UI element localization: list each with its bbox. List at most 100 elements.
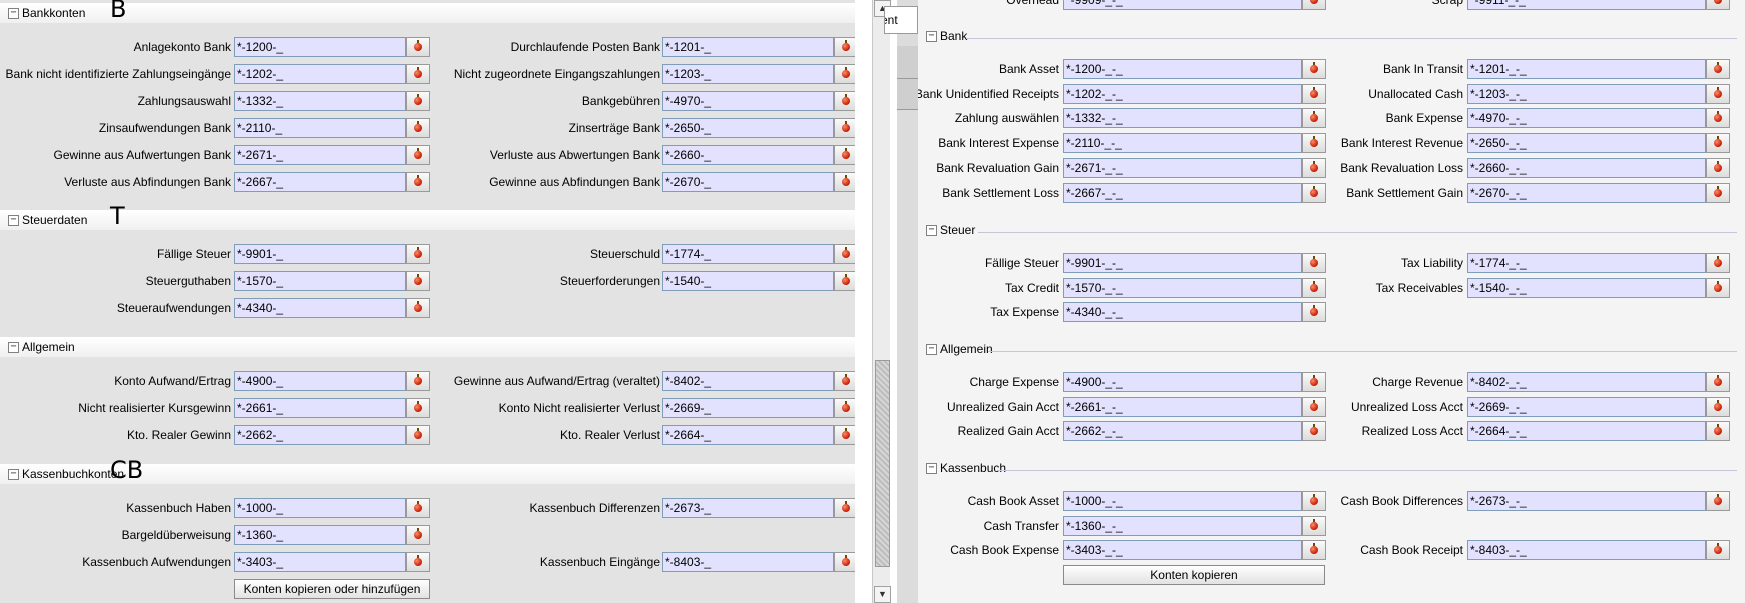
collapse-minus-icon[interactable]: − (926, 463, 937, 474)
field-label-steueraufwendungen: Steueraufwendungen (116, 301, 231, 315)
account-field-tax-receivables[interactable]: *-1540-_-_ (1467, 277, 1706, 298)
account-field-realized-loss-acct[interactable]: *-2664-_-_ (1467, 421, 1706, 442)
section-divider-line (978, 232, 1737, 233)
collapse-minus-icon[interactable]: − (926, 31, 937, 42)
account-lookup-icon[interactable] (1706, 277, 1730, 298)
account-lookup-icon-glyph (1714, 494, 1722, 505)
account-lookup-icon[interactable] (834, 145, 855, 165)
account-field-cash-book-differences[interactable]: *-2673-_-_ (1467, 491, 1706, 511)
account-lookup-icon-glyph (1714, 0, 1722, 4)
account-lookup-icon[interactable] (834, 91, 855, 111)
account-field-gewinne-aus-abfindungen-bank[interactable]: *-2670-_ (662, 172, 834, 192)
account-field-verluste-aus-abwertungen-bank[interactable]: *-2660-_ (662, 145, 834, 165)
account-field-bankgebuhren[interactable]: *-4970-_ (662, 91, 834, 111)
account-lookup-icon-glyph (1714, 160, 1722, 172)
account-field-bank-in-transit[interactable]: *-1201-_-_ (1467, 59, 1706, 79)
account-field-zinsertrage-bank[interactable]: *-2650-_ (662, 118, 834, 138)
account-field-kto-realer-verlust[interactable]: *-2664-_ (662, 425, 834, 445)
account-lookup-icon[interactable] (834, 64, 855, 84)
account-lookup-icon-glyph (1310, 518, 1318, 530)
scroll-down-arrow-icon[interactable]: ▼ (874, 586, 891, 603)
account-lookup-icon[interactable] (1706, 421, 1730, 442)
account-lookup-icon[interactable] (834, 244, 855, 264)
section-title: Allgemein (22, 340, 75, 354)
account-lookup-icon[interactable] (834, 398, 855, 418)
account-lookup-icon[interactable] (1706, 59, 1730, 79)
account-field-gewinne-aus-aufwand-ertrag-veraltet[interactable]: *-8402-_ (662, 371, 834, 391)
account-lookup-icon[interactable] (834, 118, 855, 138)
account-lookup-icon[interactable] (1706, 396, 1730, 417)
account-field-bank-expense[interactable]: *-4970-_-_ (1467, 108, 1706, 129)
collapse-minus-icon[interactable]: − (8, 8, 19, 19)
account-lookup-icon[interactable] (834, 371, 855, 391)
copy-accounts-button[interactable]: Konten kopieren oder hinzufügen (234, 579, 430, 599)
account-lookup-icon[interactable] (1706, 133, 1730, 154)
left-vertical-scrollbar[interactable]: ▲ ▼ (872, 0, 891, 603)
account-field-cash-transfer[interactable]: *-1360-_-_ (1063, 515, 1302, 536)
account-lookup-icon[interactable] (834, 172, 855, 192)
account-field-unallocated-cash[interactable]: *-1203-_-_ (1467, 83, 1706, 104)
account-lookup-icon[interactable] (406, 525, 430, 545)
account-lookup-icon[interactable] (1706, 83, 1730, 104)
account-lookup-icon[interactable] (406, 298, 430, 318)
field-label-bank-asset: Bank Asset (998, 62, 1059, 76)
account-lookup-icon[interactable] (1706, 491, 1730, 511)
account-field-bank-interest-revenue[interactable]: *-2650-_-_ (1467, 133, 1706, 154)
collapse-minus-icon[interactable]: − (926, 344, 937, 355)
account-field-steuerschuld[interactable]: *-1774-_ (662, 244, 834, 264)
account-lookup-icon[interactable] (1706, 253, 1730, 273)
account-field-unrealized-loss-acct[interactable]: *-2669-_-_ (1467, 396, 1706, 417)
account-field-cash-book-receipt[interactable]: *-8403-_-_ (1467, 540, 1706, 561)
account-lookup-icon[interactable] (834, 271, 855, 291)
account-field-scrap[interactable]: *-9911-_-_ (1467, 0, 1706, 10)
account-field-nicht-zugeordnete-eingangszahlungen[interactable]: *-1203-_ (662, 64, 834, 84)
collapse-minus-icon[interactable]: − (8, 215, 19, 226)
account-lookup-icon[interactable] (1706, 372, 1730, 392)
account-lookup-icon[interactable] (834, 37, 855, 57)
account-field-kassenbuch-eingange[interactable]: *-8403-_ (662, 552, 834, 572)
scrollbar-thumb[interactable] (875, 360, 890, 567)
account-lookup-icon[interactable] (1302, 302, 1326, 323)
account-lookup-icon-glyph (842, 374, 850, 385)
account-field-charge-revenue[interactable]: *-8402-_-_ (1467, 372, 1706, 392)
field-label-gewinne-aus-aufwand-ertrag-veraltet: Gewinne aus Aufwand/Ertrag (veraltet) (453, 374, 660, 388)
collapse-minus-icon[interactable]: − (8, 469, 19, 480)
field-label-bank-in-transit: Bank In Transit (1382, 62, 1463, 76)
section-title: Kassenbuchkonten (22, 467, 125, 481)
account-lookup-icon-glyph (842, 501, 850, 512)
account-field-durchlaufende-posten-bank[interactable]: *-1201-_ (662, 37, 834, 57)
field-label-kassenbuch-haben: Kassenbuch Haben (126, 501, 231, 515)
account-field-steuerforderungen[interactable]: *-1540-_ (662, 271, 834, 291)
field-label-bank-settlement-gain: Bank Settlement Gain (1346, 185, 1463, 200)
account-lookup-icon[interactable] (1706, 540, 1730, 561)
field-label-overhead: Overhead (1006, 0, 1059, 7)
account-lookup-icon[interactable] (1302, 515, 1326, 536)
account-field-kassenbuch-differenzen[interactable]: *-2673-_ (662, 498, 834, 518)
section-header-bank: − Bank (918, 26, 1745, 46)
account-field-steueraufwendungen[interactable]: *-4340-_ (234, 298, 406, 318)
account-field-bargelduberweisung[interactable]: *-1360-_ (234, 525, 406, 545)
account-field-konto-nicht-realisierter-verlust[interactable]: *-2669-_ (662, 398, 834, 418)
collapse-minus-icon[interactable]: − (926, 225, 937, 236)
field-label-steuerschuld: Steuerschuld (589, 247, 660, 261)
field-label-scrap: Scrap (1431, 0, 1463, 7)
account-field-bank-revaluation-loss[interactable]: *-2660-_-_ (1467, 157, 1706, 178)
account-field-tax-liability[interactable]: *-1774-_-_ (1467, 253, 1706, 273)
collapse-minus-icon[interactable]: − (8, 342, 19, 353)
account-lookup-icon-glyph (414, 301, 422, 312)
account-field-tax-expense[interactable]: *-4340-_-_ (1063, 302, 1302, 323)
account-field-bank-settlement-gain[interactable]: *-2670-_-_ (1467, 182, 1706, 203)
account-lookup-icon[interactable] (834, 552, 855, 572)
field-label-bank-settlement-loss: Bank Settlement Loss (942, 185, 1059, 200)
account-lookup-icon[interactable] (1706, 0, 1730, 10)
account-lookup-icon-glyph (1714, 111, 1722, 123)
account-lookup-icon[interactable] (1706, 182, 1730, 203)
window-tab-partial[interactable]: ent (884, 6, 918, 34)
account-lookup-icon[interactable] (834, 425, 855, 445)
copy-accounts-button[interactable]: Konten kopieren (1063, 565, 1325, 586)
field-label-zinsertrage-bank: Zinserträge Bank (568, 121, 660, 135)
account-lookup-icon[interactable] (1706, 108, 1730, 129)
account-lookup-icon[interactable] (1706, 157, 1730, 178)
field-label-gewinne-aus-aufwertungen-bank: Gewinne aus Aufwertungen Bank (53, 148, 231, 162)
account-lookup-icon[interactable] (834, 498, 855, 518)
